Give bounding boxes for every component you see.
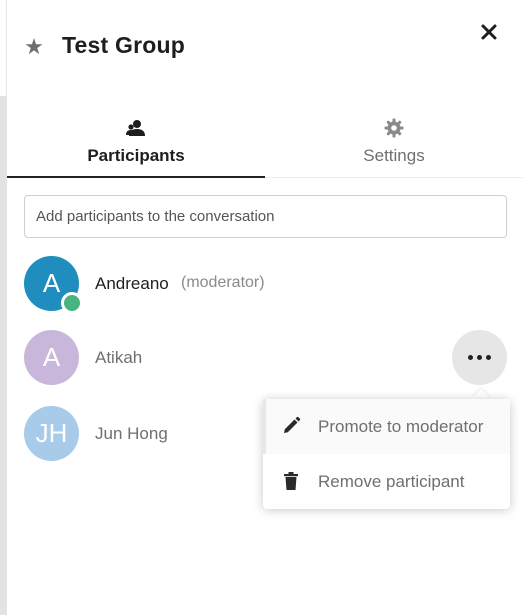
conversation-title: Test Group (62, 32, 185, 58)
trash-icon (281, 471, 301, 491)
more-icon-dot (477, 355, 482, 360)
menu-item-label: Promote to moderator (318, 417, 484, 436)
more-actions-button[interactable] (452, 330, 507, 385)
remove-participant-item[interactable]: Remove participant (263, 454, 510, 509)
more-icon-dot (486, 355, 491, 360)
avatar: A (24, 330, 79, 385)
participant-name: Atikah (95, 348, 143, 367)
menu-pointer (471, 389, 491, 399)
gear-icon (265, 118, 523, 140)
menu-item-label: Remove participant (318, 472, 465, 491)
participant-role: (moderator) (181, 274, 265, 291)
tab-participants-label: Participants (87, 146, 185, 165)
participant-actions-menu: Promote to moderator Remove participant (263, 399, 510, 509)
tab-settings-label: Settings (363, 146, 425, 165)
tab-participants[interactable]: Participants (7, 110, 265, 178)
promote-to-moderator-item[interactable]: Promote to moderator (263, 399, 510, 454)
online-status-indicator (61, 292, 83, 314)
more-icon-dot (468, 355, 473, 360)
tab-bar: Participants Settings (7, 110, 523, 178)
avatar: JH (24, 406, 79, 461)
contacts-icon (7, 118, 265, 140)
add-participant-input[interactable] (24, 195, 507, 238)
participant-row[interactable]: A Andreano (moderator) (7, 252, 523, 316)
star-icon[interactable]: ★ (23, 36, 45, 58)
participant-name: Jun Hong (95, 424, 168, 443)
participant-row[interactable]: A Atikah (7, 326, 523, 390)
scrollbar[interactable] (0, 96, 7, 615)
pencil-icon (281, 416, 301, 436)
participant-name: Andreano (95, 274, 169, 293)
tab-settings[interactable]: Settings (265, 110, 523, 178)
sidebar-header: ★ Test Group (7, 0, 523, 96)
close-icon[interactable] (477, 20, 501, 44)
